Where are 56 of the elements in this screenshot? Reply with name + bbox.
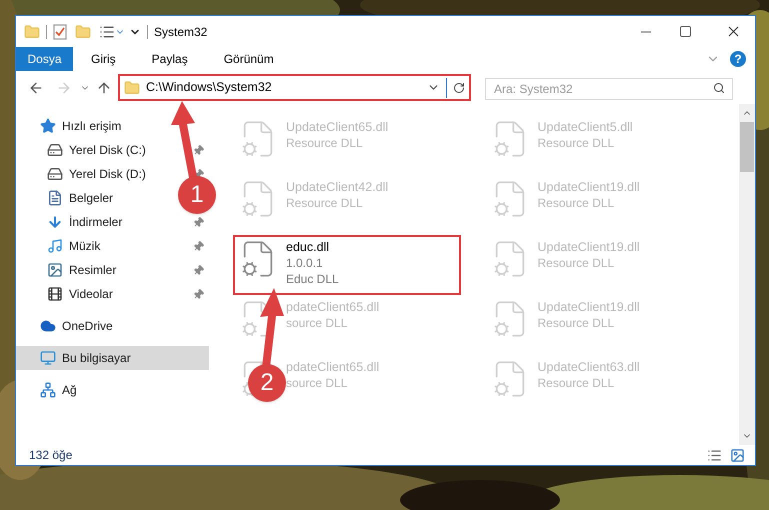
back-button[interactable] — [28, 80, 44, 96]
music-icon — [47, 238, 63, 254]
sidebar-item[interactable]: Müzik — [69, 237, 100, 255]
sidebar-item[interactable]: Ağ — [16, 378, 209, 402]
picture-icon — [47, 262, 63, 278]
drive-icon — [47, 166, 63, 182]
ribbon-tab[interactable]: Paylaş — [134, 47, 206, 71]
scroll-thumb[interactable] — [740, 122, 754, 172]
file-detail: Educ DLL — [286, 271, 339, 287]
computer-icon — [40, 350, 56, 366]
sidebar-item[interactable]: Hızlı erişim — [16, 114, 209, 138]
search-icon — [713, 82, 725, 94]
sidebar-item[interactable]: Videolar — [69, 285, 113, 303]
sidebar-item[interactable]: Yerel Disk (D:) — [69, 165, 146, 183]
sidebar-item[interactable]: OneDrive — [16, 314, 209, 338]
properties-icon[interactable] — [99, 24, 115, 40]
maximize-button[interactable] — [679, 25, 692, 38]
address-path[interactable]: C:\Windows\System32 — [146, 78, 421, 97]
folder-icon — [24, 24, 40, 40]
sidebar-item[interactable]: Yerel Disk (C:) — [69, 141, 146, 159]
file-detail: Resource DLL — [538, 375, 616, 391]
refresh-button[interactable] — [453, 82, 465, 94]
sidebar-item[interactable]: İndirmeler — [69, 213, 122, 231]
file-detail: source DLL — [286, 375, 348, 391]
ribbon-tab[interactable]: Görünüm — [206, 47, 292, 71]
ribbon-tab[interactable]: Dosya — [16, 47, 73, 71]
checklist-icon[interactable] — [53, 24, 67, 40]
file-detail: Resource DLL — [538, 255, 616, 271]
film-icon — [47, 286, 63, 302]
folder-icon — [124, 80, 140, 96]
file-detail: Resource DLL — [538, 135, 616, 151]
file-detail: 1.0.0.1 — [286, 255, 324, 271]
star-icon — [40, 118, 56, 134]
file-detail: source DLL — [286, 315, 348, 331]
window-title: System32 — [154, 24, 208, 40]
sidebar-item[interactable]: Belgeler — [69, 189, 114, 207]
item-count: 132 öğe — [29, 447, 72, 464]
sidebar-item[interactable]: Resimler — [69, 261, 116, 279]
download-icon — [47, 214, 63, 230]
up-button[interactable] — [96, 80, 112, 96]
file-detail: Resource DLL — [538, 315, 616, 331]
help-button[interactable]: ? — [730, 51, 746, 67]
file-detail: Resource DLL — [286, 135, 364, 151]
cloud-icon — [40, 318, 56, 334]
search-field[interactable]: Ara: System32 — [485, 78, 733, 100]
file-detail: Resource DLL — [286, 195, 364, 211]
document-icon — [47, 190, 63, 206]
ribbon-tab[interactable]: Giriş — [73, 47, 134, 71]
sidebar-item[interactable]: Bu bilgisayar — [16, 346, 209, 370]
file-name[interactable]: educ.dll — [286, 239, 339, 255]
file-item[interactable]: educ.dll 1.0.0.1 Educ DLL — [233, 235, 461, 295]
network-icon — [40, 382, 56, 398]
drive-icon — [47, 142, 63, 158]
tiles-view-icon[interactable] — [730, 448, 745, 462]
details-view-icon[interactable] — [707, 448, 722, 462]
file-detail: Resource DLL — [538, 195, 616, 211]
